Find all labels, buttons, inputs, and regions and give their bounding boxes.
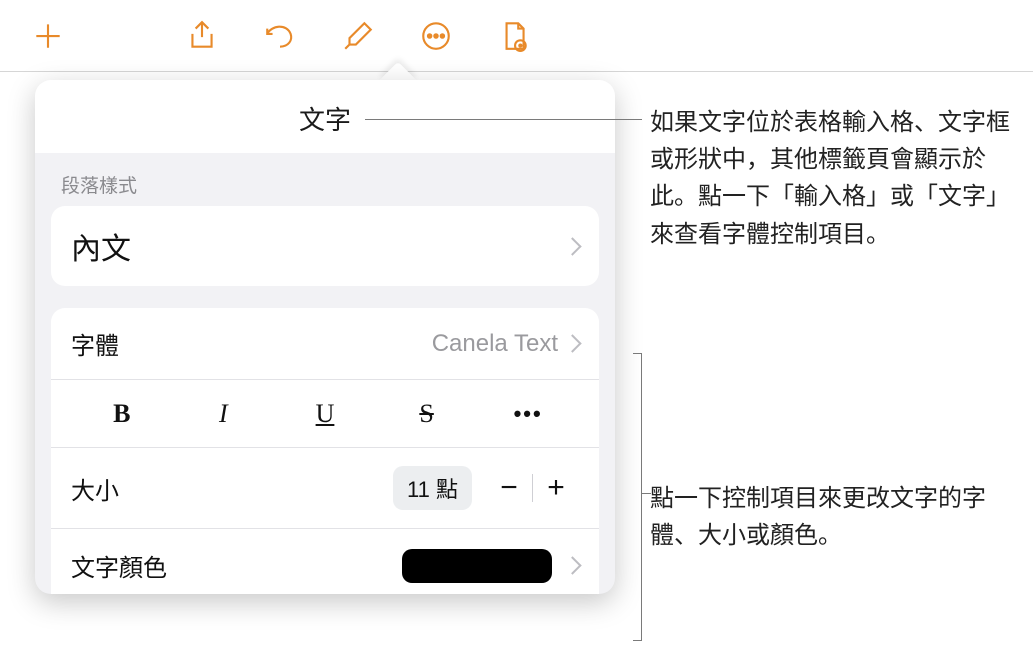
font-label: 字體 (71, 326, 119, 361)
font-value: Canela Text (432, 330, 566, 358)
row-text-color[interactable]: 文字顏色 (51, 528, 599, 594)
paragraph-style-value: 內文 (71, 224, 131, 268)
size-value[interactable]: 11 點 (393, 466, 472, 510)
chevron-right-icon (563, 556, 581, 574)
toolbar (0, 0, 1033, 72)
size-increase-button[interactable]: + (533, 469, 579, 507)
format-brush-icon (341, 19, 375, 53)
more-text-options-button[interactable]: ••• (477, 401, 579, 427)
chevron-right-icon (563, 334, 581, 352)
plus-icon (31, 19, 65, 53)
section-label-paragraph-styles: 段落樣式 (35, 153, 615, 206)
underline-button[interactable]: U (274, 399, 376, 429)
popover-body: 文字 段落樣式 內文 字體 Canela Text B I U S ••• (35, 80, 615, 594)
size-stepper: − + (486, 469, 579, 507)
bold-button[interactable]: B (71, 399, 173, 429)
row-font[interactable]: 字體 Canela Text (51, 308, 599, 379)
card-font-controls: 字體 Canela Text B I U S ••• 大小 11 點 − + (51, 308, 599, 594)
row-text-style: B I U S ••• (51, 379, 599, 447)
row-paragraph-style[interactable]: 內文 (51, 206, 599, 286)
callout-tabs: 如果文字位於表格輸入格、文字框或形狀中，其他標籤頁會顯示於此。點一下「輸入格」或… (650, 104, 1020, 253)
undo-icon (263, 19, 297, 53)
more-icon (419, 19, 453, 53)
row-size: 大小 11 點 − + (51, 447, 599, 528)
callout-font-controls: 點一下控制項目來更改文字的字體、大小或顏色。 (650, 480, 1020, 554)
document-button[interactable] (494, 16, 534, 56)
format-popover: 文字 段落樣式 內文 字體 Canela Text B I U S ••• (35, 80, 615, 594)
more-button[interactable] (416, 16, 456, 56)
text-color-label: 文字顏色 (71, 548, 167, 583)
strikethrough-button[interactable]: S (376, 399, 478, 429)
size-decrease-button[interactable]: − (486, 469, 532, 507)
undo-button[interactable] (260, 16, 300, 56)
add-button[interactable] (28, 16, 68, 56)
share-icon (185, 19, 219, 53)
chevron-right-icon (563, 237, 581, 255)
popover-header: 文字 (35, 80, 615, 153)
format-button[interactable] (338, 16, 378, 56)
leader-bracket (622, 353, 642, 641)
italic-button[interactable]: I (173, 399, 275, 429)
size-label: 大小 (71, 471, 119, 506)
document-icon (497, 19, 531, 53)
leader-line-1 (365, 119, 642, 120)
text-color-swatch[interactable] (402, 549, 552, 583)
card-paragraph-style: 內文 (51, 206, 599, 286)
share-button[interactable] (182, 16, 222, 56)
